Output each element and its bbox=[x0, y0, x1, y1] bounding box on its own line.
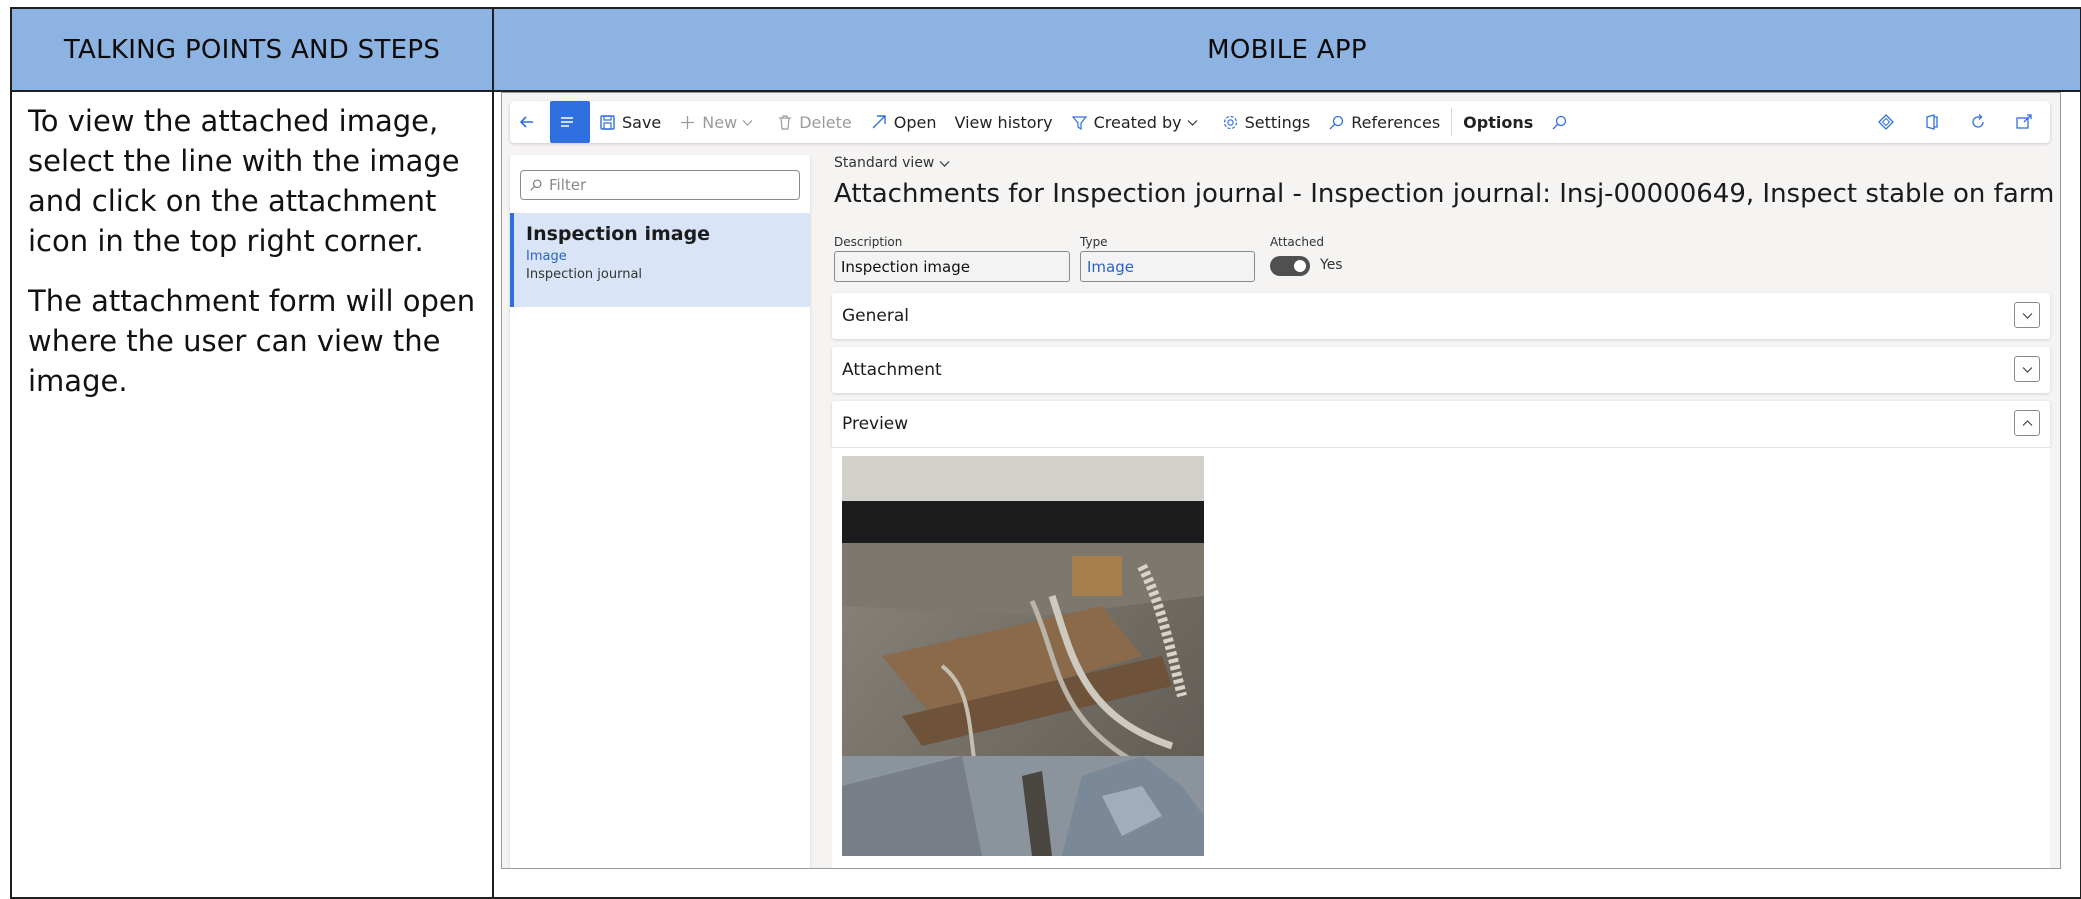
attached-toggle[interactable] bbox=[1270, 256, 1310, 276]
open-label: Open bbox=[893, 112, 937, 132]
attached-label: Attached bbox=[1270, 235, 1324, 249]
fasttab-general[interactable]: General bbox=[832, 293, 2050, 339]
back-button[interactable] bbox=[510, 101, 550, 143]
toolbar-right-group bbox=[1866, 101, 2050, 143]
chevron-down-icon bbox=[742, 119, 753, 126]
fasttab-general-label: General bbox=[842, 306, 909, 326]
created-by-label: Created by bbox=[1093, 112, 1182, 132]
inspection-image bbox=[842, 456, 1204, 856]
list-item-type: Image bbox=[526, 249, 567, 264]
new-button[interactable]: New bbox=[670, 101, 768, 143]
search-icon bbox=[530, 179, 542, 191]
attached-value: Yes bbox=[1320, 257, 1343, 273]
chevron-up-icon bbox=[2022, 419, 2032, 426]
chevron-down-icon bbox=[2022, 312, 2032, 319]
filter-placeholder: Filter bbox=[549, 176, 587, 194]
column-divider bbox=[492, 9, 494, 897]
chevron-down-icon bbox=[939, 160, 950, 167]
references-button[interactable]: References bbox=[1319, 101, 1449, 143]
action-pane: Save New Delete Open View history Create… bbox=[510, 101, 2050, 143]
expand-attachment-button[interactable] bbox=[2014, 356, 2040, 382]
save-icon bbox=[600, 114, 615, 130]
view-selector-label: Standard view bbox=[834, 155, 935, 171]
talking-point-1: To view the attached image, select the l… bbox=[28, 104, 460, 258]
list-item-source: Inspection journal bbox=[526, 267, 643, 282]
open-in-new-window-button[interactable] bbox=[2004, 101, 2050, 143]
gear-icon bbox=[1223, 115, 1237, 129]
talking-points-cell: To view the attached image, select the l… bbox=[28, 101, 478, 421]
created-by-filter-button[interactable]: Created by bbox=[1062, 101, 1213, 143]
office-button[interactable] bbox=[1912, 101, 1958, 143]
type-field[interactable]: Image bbox=[1080, 251, 1255, 282]
header-talking-points: TALKING POINTS AND STEPS bbox=[63, 34, 441, 65]
references-label: References bbox=[1351, 112, 1441, 132]
filter-funnel-icon bbox=[1071, 115, 1087, 130]
list-item-selected[interactable]: Inspection image Image Inspection journa… bbox=[510, 213, 810, 307]
list-view-button[interactable] bbox=[550, 101, 590, 143]
fasttab-preview-label: Preview bbox=[842, 414, 909, 434]
fasttab-preview[interactable]: Preview bbox=[832, 401, 2050, 447]
collapse-preview-button[interactable] bbox=[2014, 410, 2040, 436]
options-label: Options bbox=[1463, 112, 1534, 132]
power-apps-button[interactable] bbox=[1866, 101, 1912, 143]
header-mobile-app: MOBILE APP bbox=[1207, 34, 1367, 65]
fasttab-attachment-label: Attachment bbox=[842, 360, 942, 380]
delete-button[interactable]: Delete bbox=[768, 101, 861, 143]
description-label: Description bbox=[834, 235, 903, 249]
popout-icon bbox=[2016, 114, 2032, 129]
header-row: TALKING POINTS AND STEPS MOBILE APP bbox=[12, 9, 2080, 92]
fasttab-attachment[interactable]: Attachment bbox=[832, 347, 2050, 393]
view-selector[interactable]: Standard view bbox=[834, 155, 950, 171]
plus-icon bbox=[681, 115, 695, 129]
preview-body bbox=[832, 447, 2050, 868]
search-icon bbox=[1552, 115, 1567, 129]
open-arrow-icon bbox=[872, 115, 886, 129]
refresh-icon bbox=[1972, 114, 1984, 128]
chevron-down-icon bbox=[2022, 366, 2032, 373]
chevron-down-icon bbox=[1187, 119, 1198, 126]
talking-point-2: The attachment form will open where the … bbox=[28, 284, 476, 398]
app-screenshot: Save New Delete Open View history Create… bbox=[501, 92, 2061, 869]
view-history-label: View history bbox=[954, 112, 1053, 132]
save-button[interactable]: Save bbox=[590, 101, 670, 143]
description-field[interactable]: Inspection image bbox=[834, 251, 1070, 282]
settings-button[interactable]: Settings bbox=[1213, 101, 1320, 143]
list-item-title: Inspection image bbox=[526, 223, 711, 245]
settings-label: Settings bbox=[1244, 112, 1311, 132]
save-label: Save bbox=[622, 112, 662, 132]
attachment-list-pane: Filter Inspection image Image Inspection… bbox=[510, 155, 810, 868]
trash-icon bbox=[779, 114, 792, 130]
refresh-button[interactable] bbox=[1958, 101, 2004, 143]
search-icon bbox=[1329, 115, 1344, 129]
page-title: Attachments for Inspection journal - Ins… bbox=[834, 179, 2061, 209]
options-tab[interactable]: Options bbox=[1454, 101, 1542, 143]
open-button[interactable]: Open bbox=[861, 101, 946, 143]
action-search-button[interactable] bbox=[1542, 101, 1583, 143]
expand-general-button[interactable] bbox=[2014, 302, 2040, 328]
type-label: Type bbox=[1080, 235, 1108, 249]
inspection-photo bbox=[842, 456, 1204, 856]
office-icon bbox=[1926, 114, 1938, 130]
back-arrow-icon bbox=[519, 116, 533, 128]
filter-input[interactable]: Filter bbox=[520, 170, 800, 200]
toolbar-separator bbox=[1451, 108, 1453, 136]
view-history-button[interactable]: View history bbox=[946, 101, 1062, 143]
list-icon bbox=[561, 117, 573, 127]
new-label: New bbox=[702, 112, 738, 132]
diamond-icon bbox=[1878, 114, 1894, 130]
delete-label: Delete bbox=[799, 112, 852, 132]
